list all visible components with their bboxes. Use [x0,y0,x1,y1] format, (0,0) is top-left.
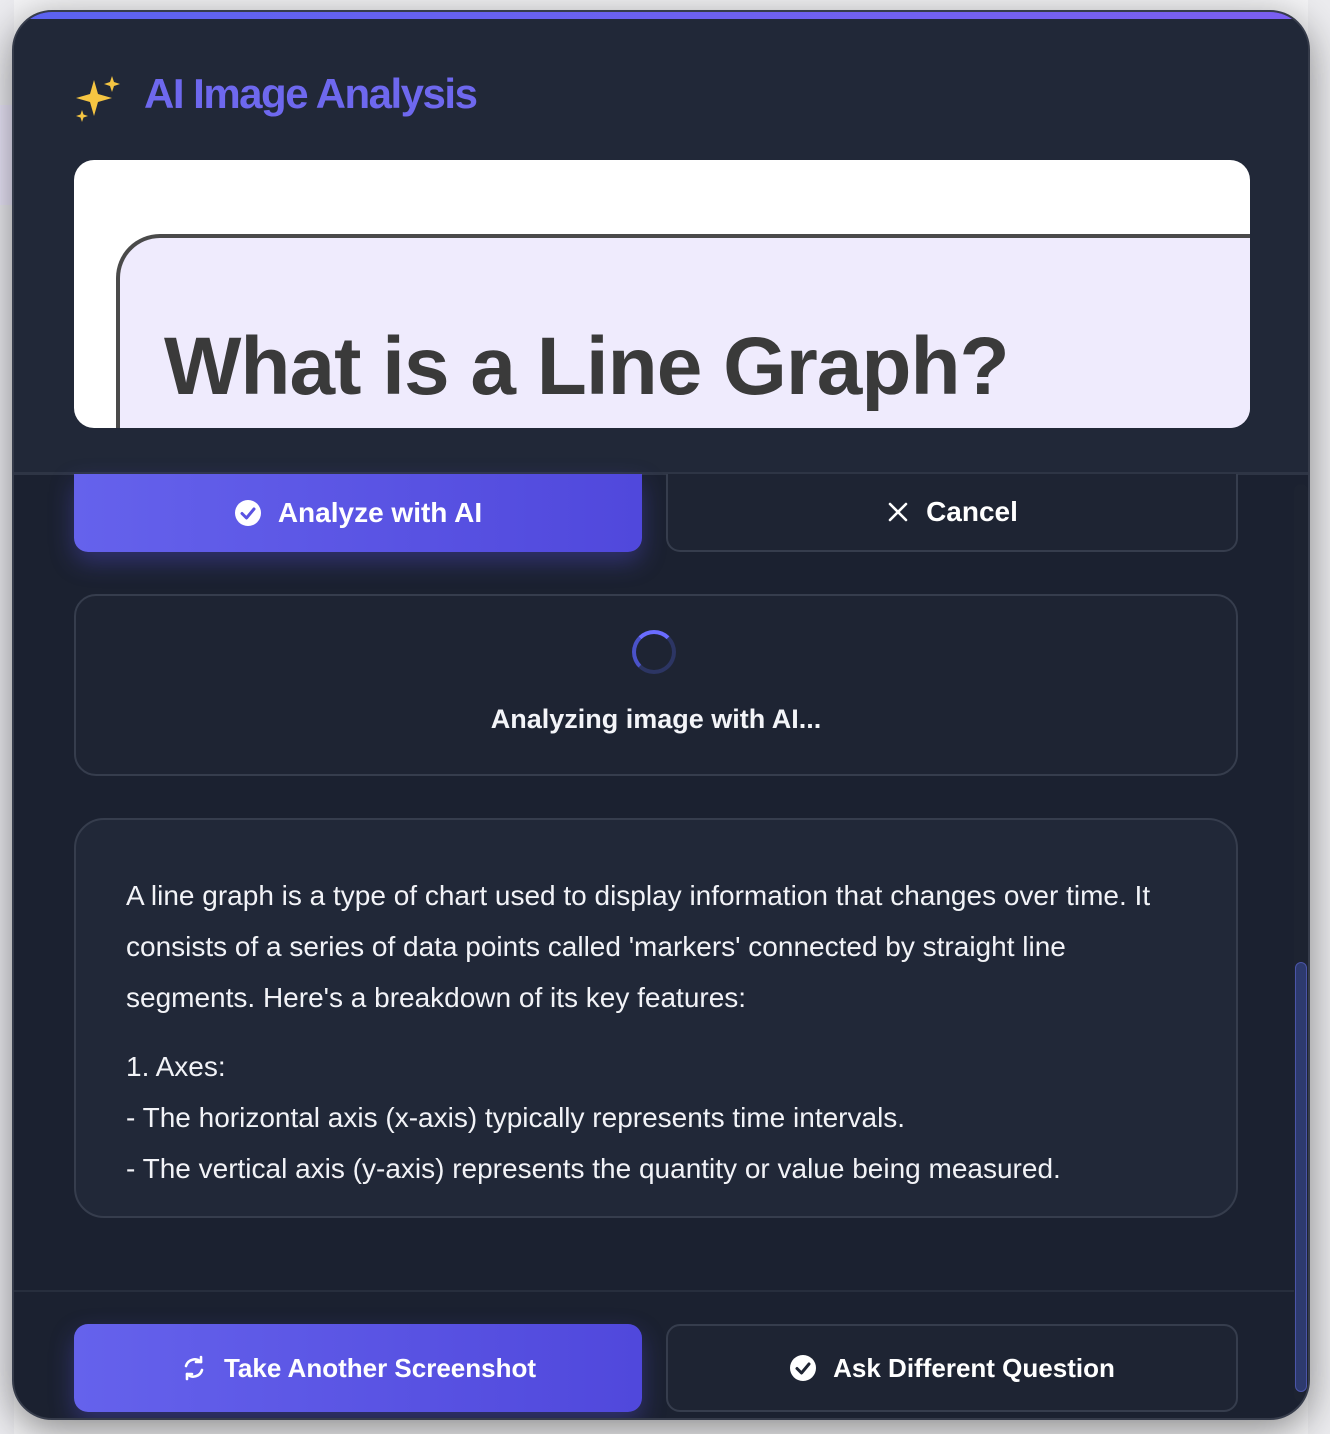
cancel-button-label: Cancel [926,496,1018,527]
take-another-screenshot-button[interactable]: Take Another Screenshot [74,1324,642,1412]
sparkles-icon [72,74,124,126]
result-bullet: - The horizontal axis (x-axis) typically… [126,1102,906,1133]
background-page-right [1308,0,1330,1434]
result-intro: A line graph is a type of chart used to … [126,880,1151,1013]
screenshot-button-label: Take Another Screenshot [223,1352,537,1383]
analyze-button-label: Analyze with AI [277,497,483,528]
loading-spinner-icon [632,630,676,674]
analysis-result-panel: A line graph is a type of chart used to … [74,818,1238,1218]
ai-analysis-dialog: AI Image Analysis What is a Line Graph? … [12,10,1310,1420]
ask-different-question-button[interactable]: Ask Different Question [666,1324,1238,1412]
check-circle-icon [789,1354,817,1382]
cancel-button[interactable]: Cancel [666,474,1238,552]
header-accent-bar [14,12,1308,19]
check-circle-icon [234,499,262,527]
analysis-status-text: Analyzing image with AI... [490,704,822,734]
close-icon [886,500,910,524]
ask-button-label: Ask Different Question [833,1352,1115,1383]
preview-heading: What is a Line Graph? [164,321,1010,412]
dialog-title: AI Image Analysis [144,70,478,117]
screenshot-preview: What is a Line Graph? [74,160,1250,428]
analyze-with-ai-button[interactable]: Analyze with AI [74,474,642,552]
analysis-status-panel: Analyzing image with AI... [74,594,1238,776]
dialog-header: AI Image Analysis What is a Line Graph? [14,12,1308,475]
scrollbar-thumb[interactable] [1295,962,1307,1392]
refresh-icon [180,1354,208,1382]
result-bullet: - The vertical axis (y-axis) represents … [126,1153,1061,1184]
result-section-title: 1. Axes: [126,1051,226,1082]
footer-divider [14,1290,1308,1292]
